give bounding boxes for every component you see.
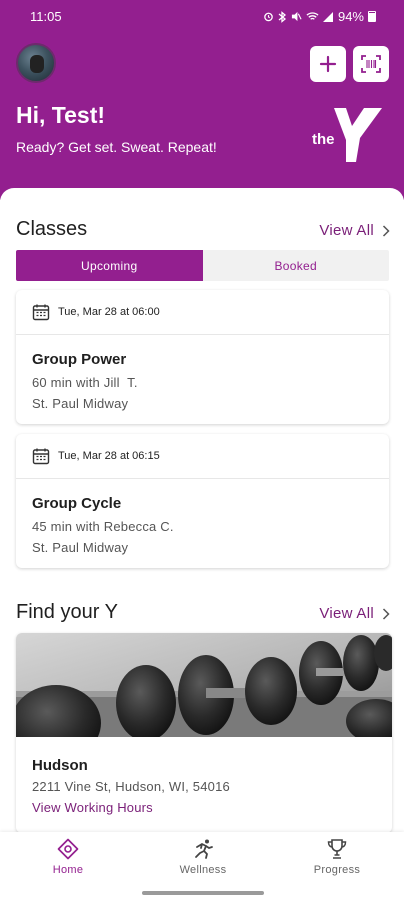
bluetooth-icon [278,10,286,23]
class-location: St. Paul Midway [32,396,129,411]
bottom-nav: Home Wellness Progress [0,832,404,900]
battery-icon [368,11,376,22]
gym-photo [16,633,392,737]
barcode-scan-icon [361,55,381,73]
class-detail: 45 min with Rebecca C. [32,519,174,534]
runner-icon [195,839,213,859]
header: 11:05 94% Hi, Test! Ready? Get set. Swea… [0,0,404,200]
nav-progress[interactable]: Progress [287,838,387,876]
location-name: Hudson [32,757,88,774]
tagline: Ready? Get set. Sweat. Repeat! [16,139,217,155]
class-location: St. Paul Midway [32,540,129,555]
find-y-title: Find your Y [16,601,118,623]
class-detail: 60 min with Jill T. [32,375,138,390]
logo-the-text: the [312,131,335,148]
wifi-icon [306,12,319,20]
chevron-right-icon [382,224,390,237]
class-date-row: Tue, Mar 28 at 06:00 [16,290,389,335]
location-address: 2211 Vine St, Hudson, WI, 54016 [32,779,230,794]
ymca-logo: the [312,108,382,162]
find-y-view-all[interactable]: View All [319,605,390,622]
class-card[interactable]: Tue, Mar 28 at 06:00 Group Power 60 min … [16,290,389,424]
chevron-right-icon [382,607,390,620]
signal-icon [322,12,333,22]
nav-wellness[interactable]: Wellness [153,838,253,876]
nav-progress-label: Progress [313,864,361,876]
nav-wellness-label: Wellness [179,864,227,876]
view-all-label: View All [319,605,374,622]
add-button[interactable] [310,46,346,82]
mute-icon [291,11,302,22]
calendar-icon [32,304,50,321]
classes-title: Classes [16,218,88,240]
location-card[interactable]: Hudson 2211 Vine St, Hudson, WI, 54016 V… [16,633,392,833]
class-name: Group Cycle [32,495,122,512]
trophy-icon [327,839,347,859]
status-time: 11:05 [30,9,62,24]
plus-icon [319,55,337,73]
greeting: Hi, Test! [16,102,106,128]
alarm-icon [264,12,273,22]
tab-booked[interactable]: Booked [202,250,389,281]
view-all-label: View All [319,222,374,239]
battery-percent: 94% [337,9,364,24]
status-bar: 11:05 94% [0,8,404,28]
class-date: Tue, Mar 28 at 06:00 [58,306,160,318]
gesture-bar[interactable] [142,891,264,895]
nav-home-label: Home [52,864,84,876]
class-date: Tue, Mar 28 at 06:15 [58,450,160,462]
scan-button[interactable] [353,46,389,82]
tab-upcoming[interactable]: Upcoming [16,250,203,281]
classes-tabs: Upcoming Booked [16,250,389,281]
nav-home[interactable]: Home [18,838,118,876]
status-icons: 94% [263,9,376,24]
calendar-icon [32,448,50,465]
classes-view-all[interactable]: View All [319,222,390,239]
class-card[interactable]: Tue, Mar 28 at 06:15 Group Cycle 45 min … [16,434,389,568]
home-icon [57,838,79,860]
class-date-row: Tue, Mar 28 at 06:15 [16,434,389,479]
avatar[interactable] [16,43,56,83]
class-name: Group Power [32,351,127,368]
view-working-hours-link[interactable]: View Working Hours [32,800,153,815]
